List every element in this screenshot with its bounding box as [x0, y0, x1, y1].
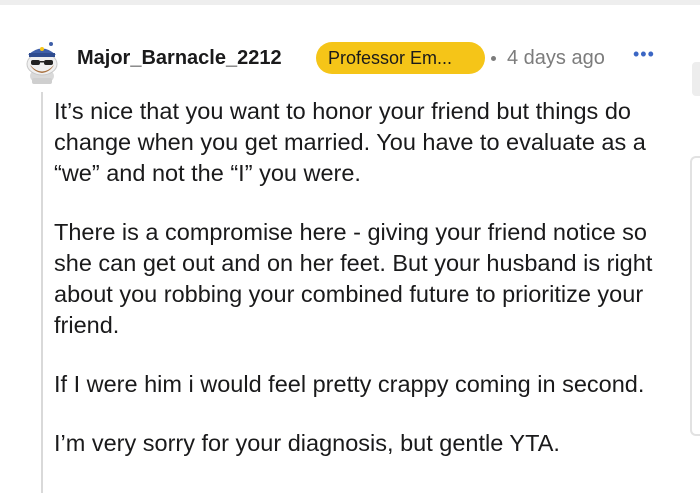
comment-body: It’s nice that you want to honor your fr…	[54, 96, 664, 487]
comment-author[interactable]: Major_Barnacle_2212	[77, 47, 282, 70]
ellipsis-icon: •••	[633, 44, 655, 64]
comment-paragraph: It’s nice that you want to honor your fr…	[54, 98, 646, 186]
avatar[interactable]	[20, 38, 64, 84]
comment-timestamp: 4 days ago	[507, 47, 605, 69]
thread-collapse-line[interactable]	[41, 92, 43, 493]
comment-paragraph: I’m very sorry for your diagnosis, but g…	[54, 430, 560, 456]
snoo-avatar-icon	[26, 42, 58, 84]
more-options-button[interactable]: •••	[633, 44, 663, 69]
comment-paragraph: There is a compromise here - giving your…	[54, 219, 653, 338]
user-flair-badge: Professor Em...	[316, 42, 485, 74]
side-scroll-handle[interactable]	[692, 62, 700, 96]
separator-dot	[491, 56, 496, 61]
top-divider	[0, 0, 700, 5]
side-panel-edge[interactable]	[690, 156, 700, 436]
comment-paragraph: If I were him i would feel pretty crappy…	[54, 371, 645, 397]
